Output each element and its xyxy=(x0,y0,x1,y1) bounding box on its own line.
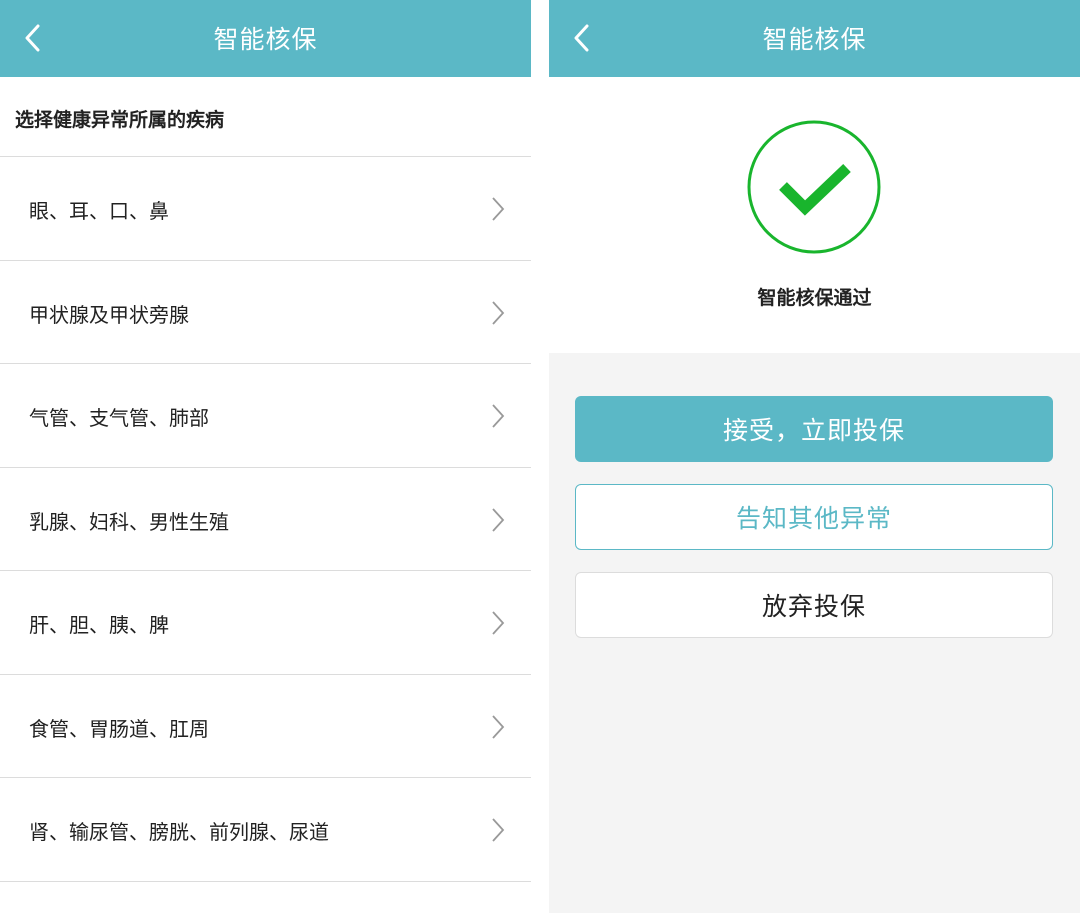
list-item[interactable]: 气管、支气管、肺部 xyxy=(0,364,531,468)
chevron-right-icon xyxy=(492,197,505,221)
section-title: 选择健康异常所属的疾病 xyxy=(15,109,225,131)
chevron-right-icon xyxy=(492,714,505,739)
nav-bar: 智能核保 xyxy=(0,0,531,77)
chevron-right-icon xyxy=(492,818,505,842)
status-text: 智能核保通过 xyxy=(757,287,872,309)
list-item-label: 眼、耳、口、鼻 xyxy=(29,199,169,223)
chevron-right-icon xyxy=(492,611,505,635)
list-item-label: 肾、输尿管、膀胱、前列腺、尿道 xyxy=(29,820,329,844)
report-other-abnormality-button[interactable]: 告知其他异常 xyxy=(575,484,1053,550)
page-title: 智能核保 xyxy=(762,25,867,54)
chevron-right-icon xyxy=(492,507,505,532)
nav-bar: 智能核保 xyxy=(549,0,1080,77)
list-item[interactable]: 肝、胆、胰、脾 xyxy=(0,571,531,675)
list-item[interactable]: 食管、胃肠道、肛周 xyxy=(0,675,531,778)
list-item-label: 食管、胃肠道、肛周 xyxy=(29,716,209,741)
underwriting-result-screen: 智能核保 智能核保通过 接受，立即投保 告知其他异常 放弃投保 xyxy=(549,0,1080,913)
panel-divider xyxy=(531,0,549,913)
accept-insure-button[interactable]: 接受，立即投保 xyxy=(575,396,1053,462)
list-item[interactable]: 眼、耳、口、鼻 xyxy=(0,157,531,261)
chevron-right-icon xyxy=(492,404,505,428)
list-item-label: 气管、支气管、肺部 xyxy=(29,406,209,430)
result-card: 智能核保通过 xyxy=(549,77,1080,353)
list-item-label: 甲状腺及甲状旁腺 xyxy=(29,302,189,327)
list-item[interactable]: 乳腺、妇科、男性生殖 xyxy=(0,468,531,571)
disease-category-screen: 智能核保 选择健康异常所属的疾病 眼、耳、口、鼻 甲状腺及甲状旁腺 气管、支气管… xyxy=(0,0,531,913)
section-header: 选择健康异常所属的疾病 xyxy=(0,77,531,157)
abandon-insure-button[interactable]: 放弃投保 xyxy=(575,572,1053,638)
list-item-label: 乳腺、妇科、男性生殖 xyxy=(29,509,229,534)
list-item[interactable]: 肾、输尿管、膀胱、前列腺、尿道 xyxy=(0,778,531,882)
page-title: 智能核保 xyxy=(213,25,318,54)
disease-list: 眼、耳、口、鼻 甲状腺及甲状旁腺 气管、支气管、肺部 乳腺、妇科、男性生殖 肝、… xyxy=(0,157,531,882)
list-item-label: 肝、胆、胰、脾 xyxy=(29,613,169,637)
check-circle-icon xyxy=(747,120,881,254)
chevron-right-icon xyxy=(492,300,505,325)
list-item[interactable]: 甲状腺及甲状旁腺 xyxy=(0,261,531,364)
